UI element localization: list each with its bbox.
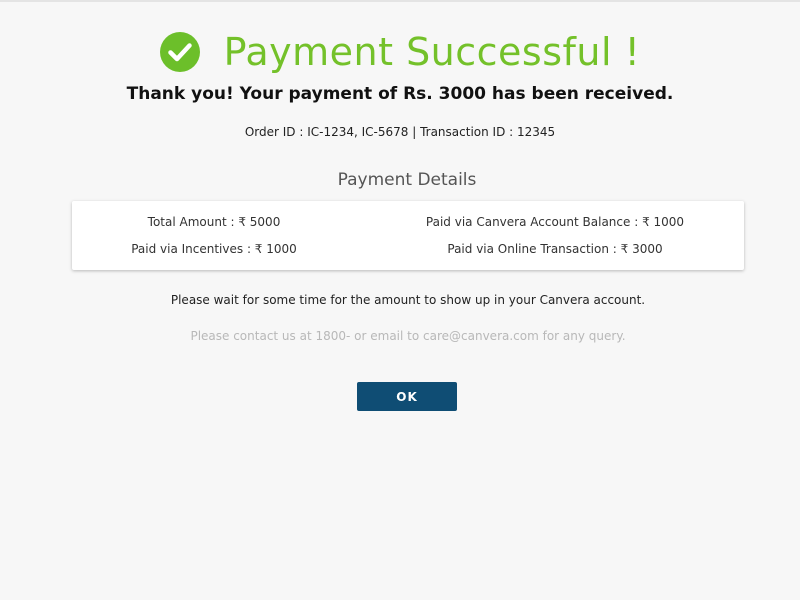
- paid-via-online-transaction: Paid via Online Transaction : ₹ 3000: [447, 242, 663, 256]
- order-transaction-ids: Order ID : IC-1234, IC-5678 | Transactio…: [244, 125, 556, 139]
- paid-via-incentives: Paid via Incentives : ₹ 1000: [131, 242, 297, 256]
- paid-via-account-balance: Paid via Canvera Account Balance : ₹ 100…: [425, 215, 685, 229]
- wait-notice: Please wait for some time for the amount…: [170, 293, 646, 307]
- ok-button[interactable]: OK: [357, 382, 457, 411]
- contact-notice: Please contact us at 1800- or email to c…: [190, 329, 626, 343]
- total-amount: Total Amount : ₹ 5000: [147, 215, 281, 229]
- success-header: Payment Successful !: [0, 24, 800, 80]
- payment-details-title: Payment Details: [337, 170, 477, 190]
- check-circle-icon: [159, 32, 200, 72]
- top-divider: [0, 0, 800, 2]
- payment-details-card: Total Amount : ₹ 5000 Paid via Canvera A…: [72, 201, 744, 270]
- thank-you-message: Thank you! Your payment of Rs. 3000 has …: [126, 84, 674, 104]
- page-title: Payment Successful !: [223, 30, 641, 74]
